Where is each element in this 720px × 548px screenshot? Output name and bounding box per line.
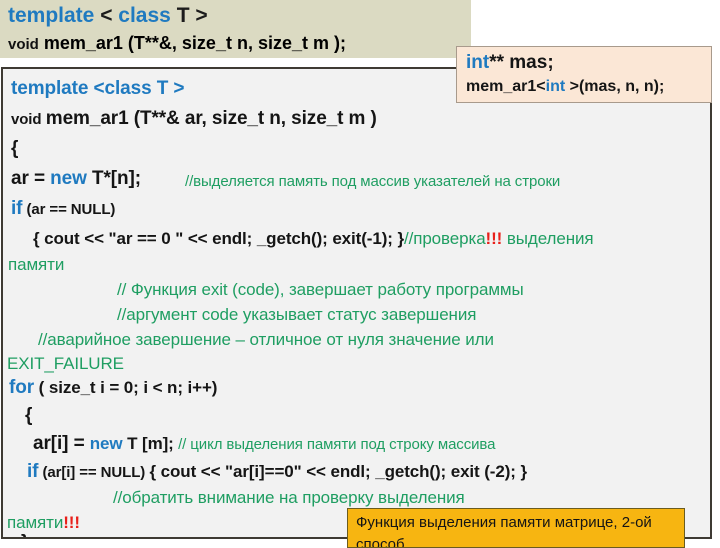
- callout-usage-decl: ** mas;: [489, 52, 554, 73]
- code-line-open-brace-1: {: [11, 138, 19, 159]
- keyword-int-2: int: [545, 78, 566, 95]
- comment-alloc-pointers: //выделяется память под массив указателе…: [185, 173, 561, 190]
- keyword-template: template: [11, 78, 89, 99]
- callout-usage-line-1: int** mas;: [466, 50, 711, 75]
- comment-abnormal-exit: //аварийное завершение – отличное от нул…: [38, 330, 494, 349]
- comment-memory-wrap-2: памяти!!!: [7, 513, 80, 533]
- callout-usage-example: int** mas; mem_ar1<int >(mas, n, n);: [456, 46, 712, 103]
- keyword-if-2: if: [27, 461, 39, 482]
- code-for-header: ( size_t i = 0; i < n; i++): [34, 378, 218, 397]
- callout-usage-call-pre: mem_ar1<: [466, 78, 546, 95]
- code-line-alloc-row: ar[i] = new T [m]; // цикл выделения пам…: [33, 433, 495, 455]
- comment-memory-wrap-1: памяти: [8, 255, 65, 274]
- code-line-for-loop: for ( size_t i = 0; i < n; i++): [9, 377, 217, 399]
- code-line-alloc-pointers: ar = new T*[n];: [11, 168, 141, 190]
- code-cout-block-1: { cout << "ar == 0 " << endl; _getch(); …: [33, 229, 404, 248]
- comment-exit-failure: EXIT_FAILURE: [7, 354, 124, 373]
- comment-check-1: //проверка: [403, 229, 486, 248]
- declaration-signature-text: mem_ar1 (T**&, size_t n, size_t m );: [43, 33, 346, 53]
- code-line-open-brace-2: {: [25, 405, 33, 426]
- declaration-template-params: < class T >: [94, 4, 208, 27]
- code-panel: template <class T > void mem_ar1 (T**& a…: [1, 67, 712, 539]
- function-declaration-box: template < class T > void mem_ar1 (T**&,…: [0, 0, 471, 58]
- code-line-if-null: if (ar == NULL): [11, 198, 115, 220]
- code-alloc-type: T*[n];: [86, 168, 141, 189]
- callout-note-line-2: способ: [356, 536, 405, 548]
- comment-attention-check: //обратить внимание на проверку выделени…: [113, 488, 465, 507]
- code-signature-text: mem_ar1 (T**& ar, size_t n, size_t m ): [45, 108, 377, 129]
- callout-usage-line-2: mem_ar1<int >(mas, n, n);: [466, 75, 711, 99]
- keyword-void: void: [8, 36, 39, 53]
- callout-note-box: Функция выделения памяти матрице, 2-ой с…: [347, 508, 685, 548]
- comment-exit-argument: //аргумент code указывает статус заверше…: [117, 305, 477, 324]
- comment-exit-function: // Функция exit (code), завершает работу…: [117, 280, 524, 299]
- comment-check-1-tail: выделения: [502, 229, 594, 248]
- comment-memory-text-2: памяти: [7, 513, 64, 532]
- code-template-params: <class T >: [88, 78, 185, 99]
- comment-alloc-row: // цикл выделения памяти под строку масс…: [178, 436, 496, 453]
- keyword-if: if: [11, 198, 23, 219]
- comment-bang-1: !!!: [485, 229, 503, 248]
- code-line-template: template <class T >: [11, 78, 185, 100]
- code-line-if-row-null: if (ar[i] == NULL) { cout << "ar[i]==0" …: [27, 461, 527, 483]
- keyword-int: int: [466, 52, 490, 73]
- code-line-signature: void mem_ar1 (T**& ar, size_t n, size_t …: [11, 108, 377, 130]
- code-alloc-row-type: T [m];: [122, 434, 174, 453]
- callout-note-line-1: Функция выделения памяти матрице, 2-ой: [356, 514, 652, 531]
- keyword-for: for: [9, 377, 35, 398]
- code-if-condition: (ar == NULL): [22, 201, 116, 218]
- keyword-void: void: [11, 111, 42, 128]
- keyword-template: template: [8, 4, 95, 27]
- keyword-new: new: [50, 168, 87, 189]
- code-alloc-row-assign: ar[i] =: [33, 433, 90, 454]
- comment-bang-2: !!!: [63, 513, 80, 532]
- code-alloc-assign: ar =: [11, 168, 51, 189]
- keyword-new-2: new: [89, 434, 123, 453]
- declaration-line-signature: void mem_ar1 (T**&, size_t n, size_t m )…: [8, 30, 471, 58]
- keyword-class: class: [118, 4, 171, 27]
- declaration-line-template: template < class T >: [8, 2, 471, 30]
- code-cout-block-2: { cout << "ar[i]==0" << endl; _getch(); …: [149, 462, 528, 481]
- callout-usage-call-post: >(mas, n, n);: [565, 78, 665, 95]
- code-line-close-brace: }: [21, 532, 28, 537]
- code-if-row-condition: (ar[i] == NULL): [38, 464, 146, 481]
- code-line-cout-error-1: { cout << "ar == 0 " << endl; _getch(); …: [33, 229, 594, 249]
